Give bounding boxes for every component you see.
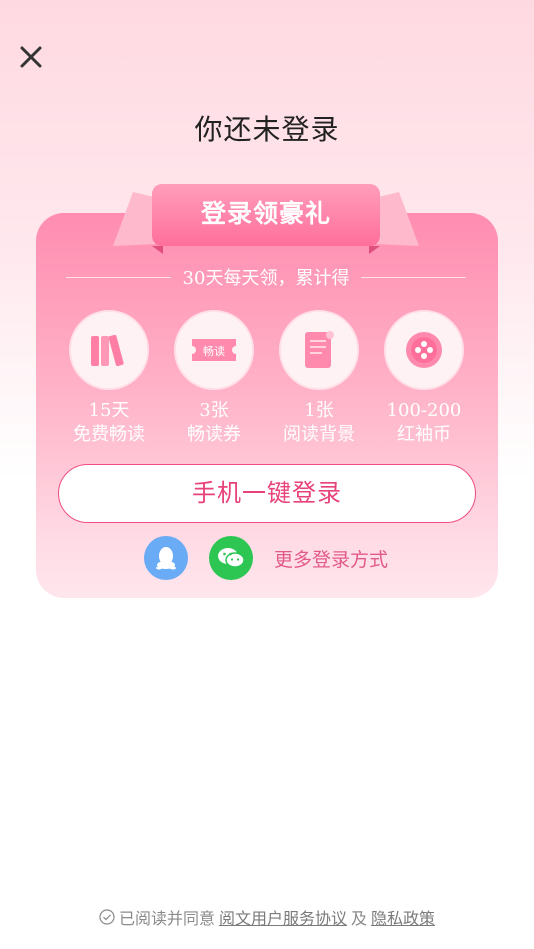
benefit-amount: 15天 <box>88 400 130 421</box>
agreement-and: 及 <box>351 909 368 928</box>
ribbon-label: 登录领豪礼 <box>200 199 331 228</box>
divider-left <box>66 276 171 278</box>
more-login-options-link[interactable]: 更多登录方式 <box>274 545 388 572</box>
wechat-icon <box>218 548 245 568</box>
benefit-item: 畅读 3张 畅读券 <box>159 310 269 447</box>
benefit-amount: 100-200 <box>386 400 462 421</box>
document-icon <box>279 310 359 390</box>
check-circle-icon[interactable] <box>99 909 115 925</box>
svg-text:畅读: 畅读 <box>203 344 225 358</box>
books-icon <box>69 310 149 390</box>
qq-login-button[interactable] <box>144 536 188 580</box>
benefits-list: 15天 免费畅读 畅读 3张 畅读券 1张 阅读背景 100-200 红袖币 <box>56 310 478 450</box>
benefit-label: 阅读背景 <box>283 424 355 445</box>
benefit-item: 1张 阅读背景 <box>264 310 374 447</box>
benefit-item: 15天 免费畅读 <box>54 310 164 447</box>
subtitle-row: 30天每天领，累计得 <box>66 263 466 291</box>
page-title: 你还未登录 <box>194 113 340 146</box>
privacy-policy-link[interactable]: 隐私政策 <box>371 905 435 929</box>
benefit-item: 100-200 红袖币 <box>369 310 479 447</box>
agreement-prefix: 已阅读并同意 <box>118 909 215 928</box>
agreement-row: 已阅读并同意 阅文用户服务协议 及 隐私政策 <box>0 905 534 929</box>
ticket-icon: 畅读 <box>174 310 254 390</box>
wechat-login-button[interactable] <box>209 536 253 580</box>
benefit-amount: 1张 <box>304 400 334 421</box>
benefit-label: 畅读券 <box>187 424 241 445</box>
service-agreement-link[interactable]: 阅文用户服务协议 <box>219 905 347 929</box>
qq-icon <box>156 547 176 570</box>
close-icon[interactable] <box>18 44 44 70</box>
phone-login-button[interactable]: 手机一键登录 <box>58 464 476 523</box>
benefit-label: 红袖币 <box>397 424 451 445</box>
divider-right <box>361 276 466 278</box>
benefit-amount: 3张 <box>199 400 229 421</box>
coin-icon <box>384 310 464 390</box>
benefit-label: 免费畅读 <box>73 424 145 445</box>
subtitle-text: 30天每天领，累计得 <box>182 268 350 289</box>
